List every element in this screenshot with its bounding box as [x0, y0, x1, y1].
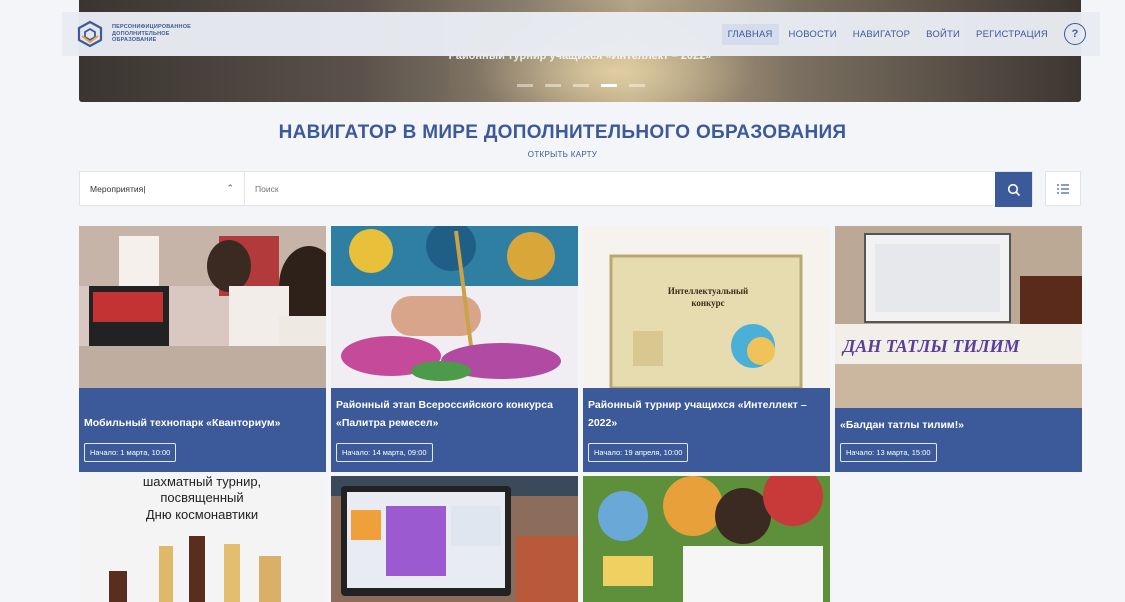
carousel-dot[interactable]: [629, 84, 645, 87]
poster-line: конкурс: [691, 298, 724, 308]
logo-text: ПЕРСОНИФИЦИРОВАННОЕ ДОПОЛНИТЕЛЬНОЕ ОБРАЗ…: [112, 24, 191, 44]
list-view-button[interactable]: [1045, 171, 1081, 206]
search-input[interactable]: [245, 172, 995, 205]
poster-line: посвященный: [160, 490, 243, 505]
carousel-dot-active[interactable]: [601, 84, 617, 87]
event-card[interactable]: [331, 476, 578, 602]
category-select[interactable]: Мероприятия | ⌃: [80, 172, 245, 205]
carousel-dots: [517, 84, 645, 87]
carousel-dot[interactable]: [545, 84, 561, 87]
classroom-photo: ДАН ТАТЛЫ ТИЛИМ: [835, 226, 1082, 408]
nav-navigator[interactable]: НАВИГАТОР: [847, 24, 916, 45]
card-title: Районный этап Всероссийского конкурса «П…: [336, 399, 554, 429]
nav-main[interactable]: ГЛАВНАЯ: [721, 23, 779, 45]
card-title: Мобильный технопарк «Кванториум»: [84, 417, 281, 429]
site-header: ПЕРСОНИФИЦИРОВАННОЕ ДОПОЛНИТЕЛЬНОЕ ОБРАЗ…: [62, 12, 1100, 56]
category-value: Мероприятия: [90, 183, 144, 194]
event-card[interactable]: [583, 476, 830, 602]
nav-register[interactable]: РЕГИСТРАЦИЯ: [970, 24, 1054, 45]
site-logo[interactable]: ПЕРСОНИФИЦИРОВАННОЕ ДОПОЛНИТЕЛЬНОЕ ОБРАЗ…: [76, 20, 191, 48]
search-bar: Мероприятия | ⌃: [79, 171, 1033, 207]
card-info: Мобильный технопарк «Кванториум» Начало:…: [79, 388, 326, 472]
card-info: Районный турнир учащихся «Интеллект – 20…: [583, 388, 830, 472]
event-card[interactable]: ДАН ТАТЛЫ ТИЛИМ «Балдан татлы тилим!» На…: [835, 226, 1082, 472]
event-card[interactable]: Районный этап Всероссийского конкурса «П…: [331, 226, 578, 472]
logo-icon: [77, 20, 103, 48]
nav-login[interactable]: ВОЙТИ: [920, 24, 966, 45]
event-card[interactable]: Интеллектуальный конкурс Районный турнир…: [583, 226, 830, 472]
help-icon[interactable]: ?: [1064, 23, 1086, 45]
drawing-photo: [583, 476, 830, 602]
chess-poster: шахматный турнир, посвященный Дню космон…: [79, 476, 326, 602]
poster-line: шахматный турнир,: [143, 476, 261, 489]
painting-photo: [331, 226, 578, 388]
carousel-dot[interactable]: [517, 84, 533, 87]
event-card[interactable]: Мобильный технопарк «Кванториум» Начало:…: [79, 226, 326, 472]
nav-news[interactable]: НОВОСТИ: [783, 24, 843, 45]
search-icon: [1007, 183, 1020, 196]
card-date: Начало: 14 марта, 09:00: [336, 443, 433, 462]
chevron-up-icon: ⌃: [226, 183, 234, 193]
card-date: Начало: 19 апреля, 10:00: [588, 443, 689, 462]
main-nav: ГЛАВНАЯ НОВОСТИ НАВИГАТОР ВОЙТИ РЕГИСТРА…: [721, 23, 1086, 45]
card-info: Районный этап Всероссийского конкурса «П…: [331, 388, 578, 472]
search-button[interactable]: [995, 172, 1032, 207]
logo-line: ОБРАЗОВАНИЕ: [112, 37, 157, 44]
card-image: ДАН ТАТЛЫ ТИЛИМ: [835, 226, 1082, 408]
poster-line: Дню космонавтики: [146, 507, 258, 522]
robotics-photo: [79, 226, 326, 388]
event-card[interactable]: шахматный турнир, посвященный Дню космон…: [79, 476, 326, 602]
carousel-dot[interactable]: [573, 84, 589, 87]
board-letters: ДАН ТАТЛЫ ТИЛИМ: [841, 336, 1021, 356]
card-info: «Балдан татлы тилим!» Начало: 13 марта, …: [835, 408, 1082, 472]
list-icon: [1057, 183, 1069, 194]
poster-line: Интеллектуальный: [668, 286, 748, 296]
laptop-photo: [331, 476, 578, 602]
card-image: Интеллектуальный конкурс: [583, 226, 830, 390]
card-image: [331, 226, 578, 388]
card-date: Начало: 1 марта, 10:00: [84, 443, 177, 462]
card-date: Начало: 13 марта, 15:00: [840, 443, 937, 462]
open-map-link[interactable]: ОТКРЫТЬ КАРТУ: [0, 150, 1125, 159]
page-title: НАВИГАТОР В МИРЕ ДОПОЛНИТЕЛЬНОГО ОБРАЗОВ…: [278, 122, 847, 143]
card-title: Районный турнир учащихся «Интеллект – 20…: [588, 399, 807, 429]
contest-poster: Интеллектуальный конкурс: [583, 226, 830, 390]
card-title: «Балдан татлы тилим!»: [840, 419, 965, 431]
card-image: [79, 226, 326, 388]
